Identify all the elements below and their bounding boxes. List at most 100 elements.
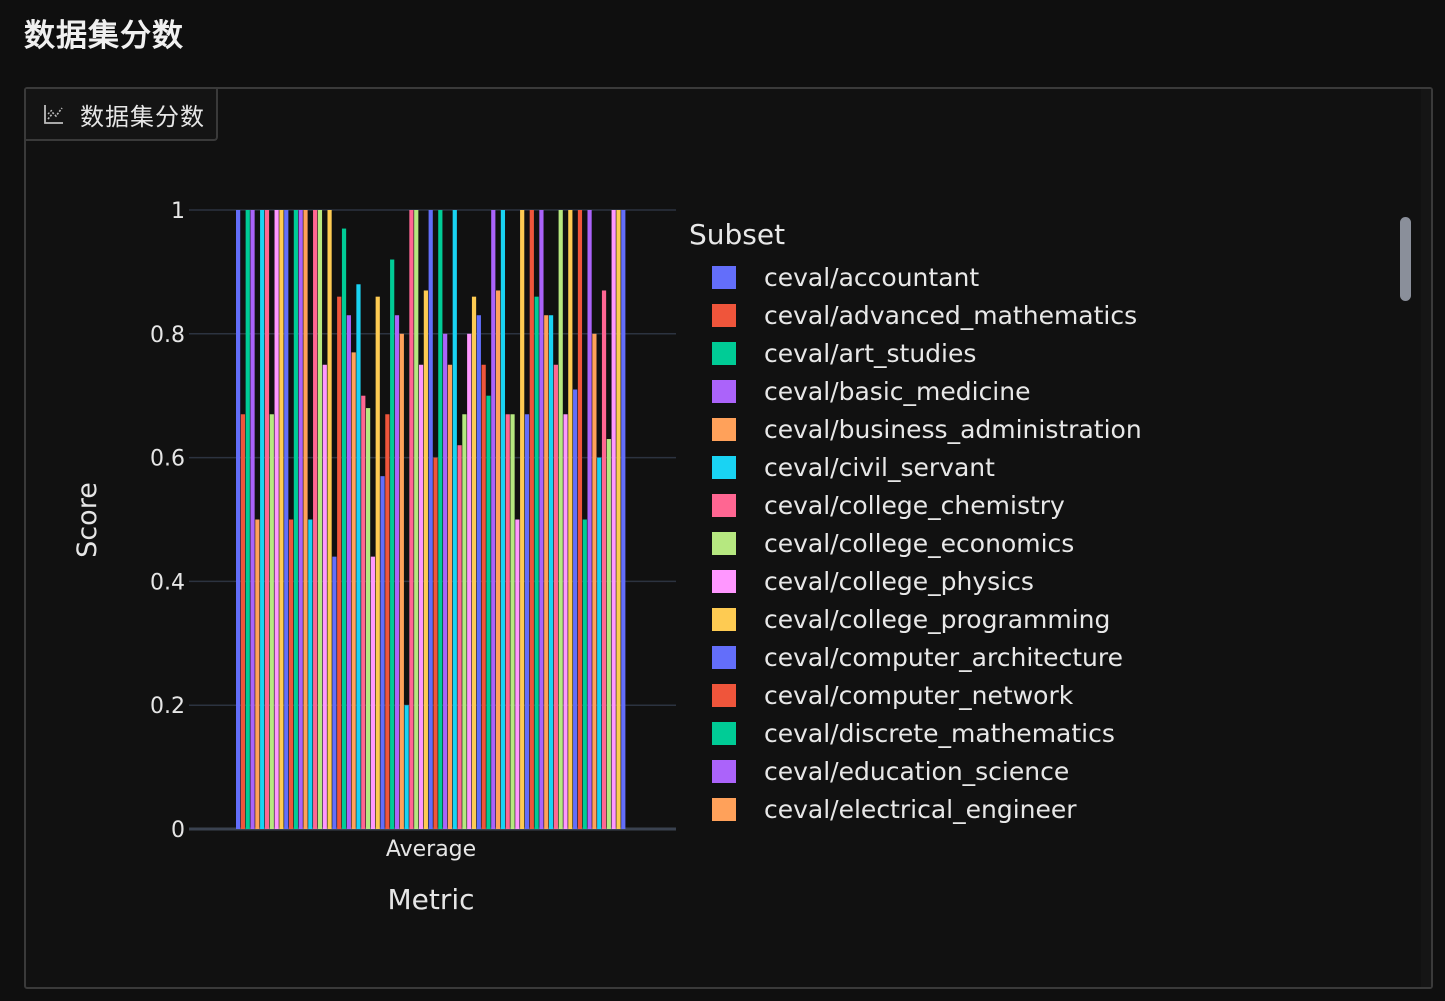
bar[interactable] [505,414,510,829]
bar[interactable] [375,296,380,829]
bar[interactable] [558,210,563,829]
bar[interactable] [601,290,607,830]
bar[interactable] [544,315,549,829]
bar[interactable] [548,315,554,829]
bar[interactable] [428,210,433,829]
bar[interactable] [587,210,592,829]
bar[interactable] [606,439,611,829]
bar[interactable] [317,210,323,829]
bar[interactable] [462,414,467,829]
y-tick-label: 0.8 [150,323,185,348]
bar[interactable] [418,364,424,829]
bar[interactable] [447,364,453,829]
bar[interactable] [380,476,385,829]
bar[interactable] [496,290,501,830]
bar[interactable] [491,210,496,829]
bar[interactable] [332,556,337,829]
bar[interactable] [616,210,621,829]
bar[interactable] [361,395,366,829]
bar[interactable] [500,210,506,829]
bar[interactable] [414,210,419,829]
bar[interactable] [520,210,525,829]
bar[interactable] [486,395,491,829]
legend-item[interactable]: ceval/civil_servant [712,448,1142,486]
bar[interactable] [515,519,520,830]
bar[interactable] [346,315,351,829]
legend-item[interactable]: ceval/computer_architecture [712,638,1142,676]
bar[interactable] [322,364,327,829]
bar[interactable] [260,210,265,829]
bar[interactable] [337,296,342,829]
bar[interactable] [573,389,578,829]
bar[interactable] [621,210,626,829]
bar[interactable] [308,519,313,830]
bar[interactable] [476,315,481,829]
bar[interactable] [245,210,250,829]
bar[interactable] [423,290,428,830]
bar[interactable] [274,210,279,829]
bar[interactable] [524,414,530,829]
bar[interactable] [240,414,246,829]
legend-item[interactable]: ceval/computer_network [712,676,1142,714]
scrollbar-thumb[interactable] [1400,217,1411,301]
bar[interactable] [582,519,587,830]
legend-item[interactable]: ceval/college_physics [712,562,1142,600]
bar[interactable] [433,457,438,829]
legend-item[interactable]: ceval/education_science [712,752,1142,790]
legend-item[interactable]: ceval/art_studies [712,334,1142,372]
bar[interactable] [303,210,308,829]
legend-item[interactable]: ceval/college_economics [712,524,1142,562]
bar[interactable] [438,210,443,829]
bar[interactable] [592,333,597,829]
bar[interactable] [255,519,260,830]
bar[interactable] [467,333,472,829]
bar[interactable] [534,296,539,829]
bar[interactable] [563,414,568,829]
bar[interactable] [539,210,544,829]
bar[interactable] [366,408,371,829]
legend-item[interactable]: ceval/accountant [712,258,1142,296]
bar[interactable] [553,364,558,829]
bar[interactable] [577,210,583,829]
bar[interactable] [351,352,356,829]
bar[interactable] [452,210,457,829]
bar[interactable] [250,210,255,829]
legend-item[interactable]: ceval/college_programming [712,600,1142,638]
bar[interactable] [394,315,400,829]
legend-item[interactable]: ceval/advanced_mathematics [712,296,1142,334]
bar[interactable] [327,210,332,829]
bar[interactable] [298,210,303,829]
bar[interactable] [288,519,294,830]
bar[interactable] [404,705,409,829]
bar[interactable] [529,210,534,829]
legend-swatch [712,683,736,707]
bar[interactable] [264,210,270,829]
scrollbar-track[interactable] [1421,89,1431,987]
bar[interactable] [471,296,477,829]
bar[interactable] [399,333,404,829]
bar[interactable] [597,457,602,829]
bar[interactable] [279,210,284,829]
bar[interactable] [293,210,298,829]
legend-item[interactable]: ceval/college_chemistry [712,486,1142,524]
bar[interactable] [481,364,486,829]
bar[interactable] [611,210,616,829]
bar[interactable] [457,445,462,829]
legend-item[interactable]: ceval/electrical_engineer [712,790,1142,828]
bar[interactable] [284,210,289,829]
bar[interactable] [568,210,573,829]
bar[interactable] [385,414,390,829]
bar[interactable] [443,333,448,829]
bar[interactable] [341,228,347,829]
bar[interactable] [409,210,414,829]
bar[interactable] [269,414,274,829]
bar[interactable] [236,210,241,829]
bar[interactable] [313,210,318,829]
bar[interactable] [370,556,376,829]
legend-item[interactable]: ceval/discrete_mathematics [712,714,1142,752]
bar[interactable] [510,414,515,829]
legend-item[interactable]: ceval/business_administration [712,410,1142,448]
bar[interactable] [390,259,395,829]
legend-item[interactable]: ceval/basic_medicine [712,372,1142,410]
bar[interactable] [356,284,361,829]
